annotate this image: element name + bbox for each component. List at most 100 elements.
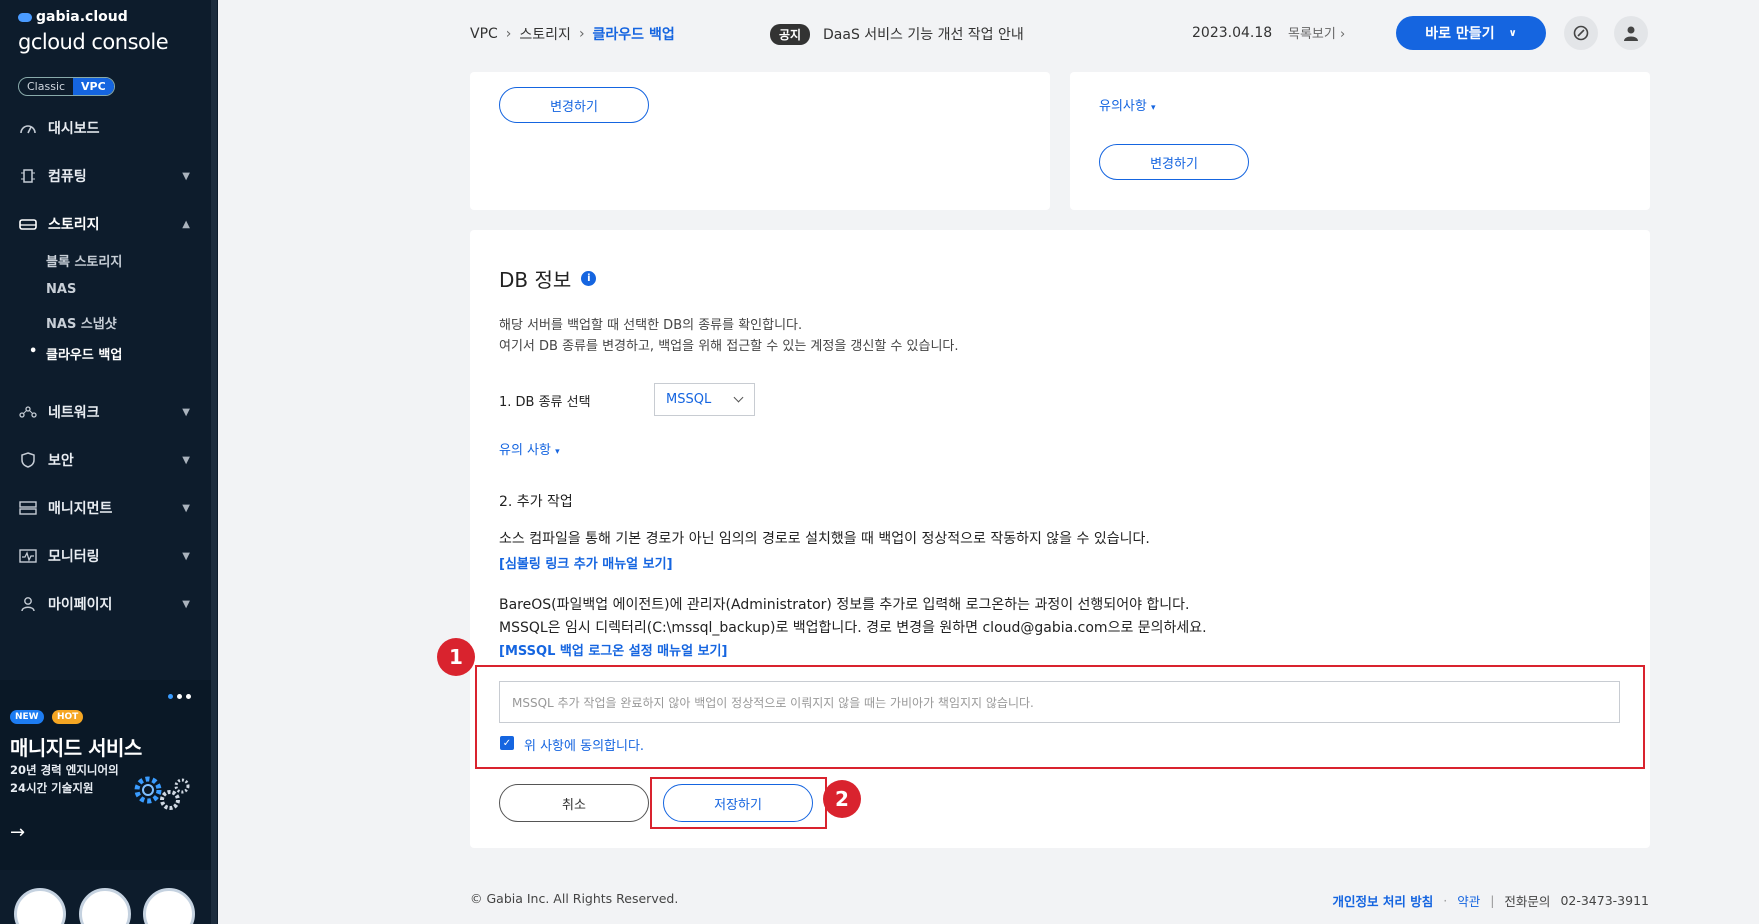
promo-line-2: 24시간 기술지원 (10, 781, 94, 795)
notice-list-label: 목록보기 (1288, 27, 1336, 42)
annotation-box-2 (650, 777, 827, 829)
notice-date: 2023.04.18 (1192, 25, 1273, 41)
chevron-right-icon: › (578, 26, 585, 42)
notice-tag: 공지 (770, 24, 811, 45)
carousel-dots[interactable] (168, 694, 191, 699)
new-badge: NEW (10, 710, 44, 724)
chevron-down-icon: ∨ (1508, 27, 1517, 39)
contact-label: 전화문의 (1504, 894, 1551, 909)
change-button-right[interactable]: 변경하기 (1099, 144, 1249, 180)
sidebar-sub-nas[interactable]: NAS (46, 282, 76, 297)
console-title[interactable]: gcloud console (18, 30, 169, 54)
privacy-policy-link[interactable]: 개인정보 처리 방침 (1332, 891, 1433, 910)
db-info-title: DB 정보 i (499, 264, 597, 293)
chat-icon[interactable] (1564, 16, 1598, 50)
info-icon[interactable]: i (581, 271, 597, 286)
left-top-card: 변경하기 (470, 72, 1050, 210)
right-top-card: 유의사항 ▾ 변경하기 (1070, 72, 1650, 210)
breadcrumb: VPC › 스토리지 › 클라우드 백업 (470, 24, 675, 44)
quick-create-button[interactable]: 바로 만들기 ∨ (1396, 16, 1546, 50)
sidebar-item-label: 보안 (48, 453, 74, 469)
chevron-down-icon (733, 392, 744, 403)
gears-icon (134, 776, 190, 810)
annotation-badge-1: 1 (437, 638, 475, 676)
db-info-title-text: DB 정보 (499, 268, 572, 292)
sidebar-item-label: 대시보드 (48, 121, 100, 137)
sidebar-item-mypage[interactable]: 마이페이지 ▼ (18, 592, 198, 616)
sidebar-item-security[interactable]: 보안 ▼ (18, 448, 198, 472)
db-desc-2: 여기서 DB 종류를 변경하고, 백업을 위해 접근할 수 있는 계정을 갱신할… (499, 339, 959, 354)
notice-list-link[interactable]: 목록보기 › (1288, 23, 1345, 42)
sidebar-item-label: 모니터링 (48, 549, 100, 565)
management-icon (18, 499, 38, 517)
mssql-desc: MSSQL은 임시 디렉터리(C:\mssql_backup)로 백업합니다. … (499, 620, 1207, 636)
profile-icon[interactable] (1614, 16, 1648, 50)
breadcrumb-vpc[interactable]: VPC (470, 26, 498, 42)
footer-separator: · (1443, 893, 1448, 908)
sidebar-item-label: 매니지먼트 (48, 501, 113, 517)
step2-desc: 소스 컴파일을 통해 기본 경로가 아닌 임의의 경로로 설치했을 때 백업이 … (499, 531, 1150, 547)
gabia-logo[interactable]: gabia.cloud (18, 9, 128, 25)
copyright: © Gabia Inc. All Rights Reserved. (470, 891, 679, 906)
footer-separator: | (1490, 893, 1495, 908)
sidebar-item-network[interactable]: 네트워크 ▼ (18, 400, 198, 424)
network-icon (18, 403, 38, 421)
csap-badge (143, 888, 195, 924)
sidebar-item-computing[interactable]: 컴퓨팅 ▼ (18, 164, 198, 188)
change-button-left[interactable]: 변경하기 (499, 87, 649, 123)
brand-small-text: gabia.cloud (36, 9, 128, 25)
dashboard-icon (18, 119, 38, 137)
sidebar-item-label: 마이페이지 (48, 597, 113, 613)
toggle-classic[interactable]: Classic (19, 78, 73, 95)
sidebar-item-dashboard[interactable]: 대시보드 (18, 116, 198, 140)
sidebar-item-management[interactable]: 매니지먼트 ▼ (18, 496, 198, 520)
classic-vpc-toggle[interactable]: Classic VPC (18, 77, 115, 96)
annotation-badge-2: 2 (823, 780, 861, 818)
caution-toggle-top[interactable]: 유의사항 ▾ (1099, 95, 1156, 114)
mssql-manual-link[interactable]: [MSSQL 백업 로그온 설정 매뉴얼 보기] (499, 640, 727, 659)
cloud-logo-icon (18, 12, 32, 22)
db-type-select[interactable]: MSSQL (654, 383, 755, 416)
arrow-right-icon[interactable]: → (10, 822, 25, 843)
sidebar-item-storage[interactable]: 스토리지 ▲ (18, 212, 198, 236)
sidebar-sub-block-storage[interactable]: 블록 스토리지 (46, 251, 122, 270)
monitor-icon (18, 547, 38, 565)
symlink-manual-link[interactable]: [심볼링 링크 추가 매뉴얼 보기] (499, 553, 673, 572)
cancel-button[interactable]: 취소 (499, 784, 649, 822)
sidebar-item-label: 네트워크 (48, 405, 100, 421)
chevron-down-icon: ▼ (182, 550, 190, 562)
chevron-down-icon: ▾ (1150, 103, 1156, 113)
caution-label: 유의사항 (1099, 99, 1147, 114)
notice-link[interactable]: DaaS 서비스 기능 개선 작업 안내 (823, 24, 1024, 44)
caution-toggle-db[interactable]: 유의 사항 ▾ (499, 439, 560, 458)
sidebar-item-monitoring[interactable]: 모니터링 ▼ (18, 544, 198, 568)
certification-badge-1 (14, 888, 66, 924)
chevron-down-icon: ▼ (182, 454, 190, 466)
chevron-down-icon: ▼ (182, 502, 190, 514)
chevron-down-icon: ▾ (555, 447, 560, 457)
sidebar-sub-nas-snapshot[interactable]: NAS 스냅샷 (46, 313, 117, 332)
quick-create-label: 바로 만들기 (1425, 26, 1495, 42)
hot-badge: HOT (52, 710, 84, 724)
user-icon (18, 595, 38, 613)
sidebar: gabia.cloud gcloud console Classic VPC 대… (0, 0, 218, 924)
sidebar-scrollbar[interactable] (211, 0, 217, 924)
db-type-value: MSSQL (666, 392, 712, 407)
chevron-up-icon: ▲ (182, 218, 190, 230)
breadcrumb-storage[interactable]: 스토리지 (519, 24, 571, 44)
terms-link[interactable]: 약관 (1457, 891, 1480, 910)
toggle-vpc[interactable]: VPC (73, 78, 114, 95)
promo-banner[interactable]: NEW HOT 매니지드 서비스 20년 경력 엔지니어의 24시간 기술지원 … (0, 680, 211, 870)
chip-icon (18, 167, 38, 185)
sidebar-sub-cloud-backup[interactable]: 클라우드 백업 (29, 344, 122, 363)
caution-label: 유의 사항 (499, 443, 551, 458)
step2-label: 2. 추가 작업 (499, 494, 573, 510)
sidebar-item-label: 컴퓨팅 (48, 169, 87, 185)
breadcrumb-cloud-backup: 클라우드 백업 (592, 27, 675, 43)
sidebar-item-label: 스토리지 (48, 217, 100, 233)
promo-line-1: 20년 경력 엔지니어의 (10, 763, 119, 777)
footer-links: 개인정보 처리 방침 · 약관 | 전화문의 02-3473-3911 (1332, 891, 1649, 910)
chevron-down-icon: ▼ (182, 170, 190, 182)
chevron-right-icon: › (505, 26, 512, 42)
cloud-service-badge (79, 888, 131, 924)
